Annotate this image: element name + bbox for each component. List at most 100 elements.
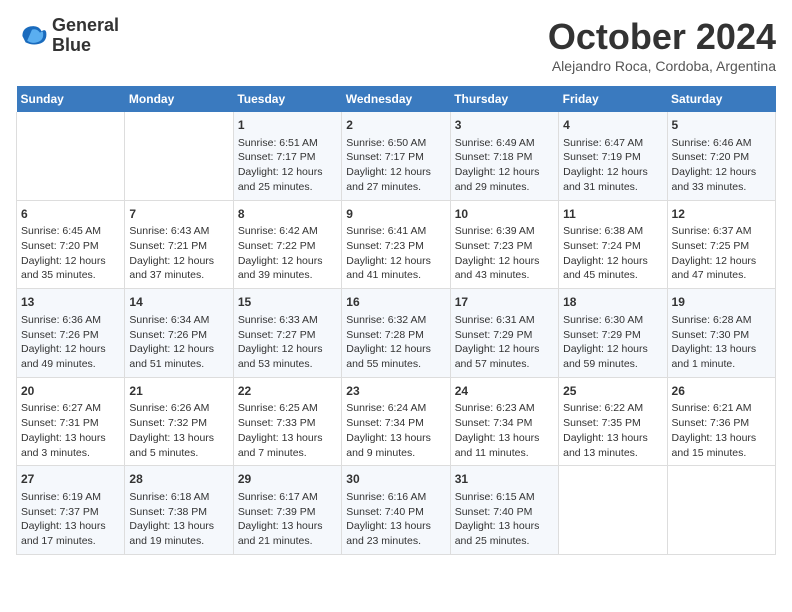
calendar-cell: 19 Sunrise: 6:28 AM Sunset: 7:30 PM Dayli…	[667, 289, 775, 378]
day-number: 7	[129, 206, 228, 223]
day-number: 3	[455, 117, 554, 134]
day-content: Sunrise: 6:38 AM Sunset: 7:24 PM Dayligh…	[563, 224, 662, 283]
title-block: October 2024 Alejandro Roca, Cordoba, Ar…	[548, 16, 776, 74]
day-content: Sunrise: 6:27 AM Sunset: 7:31 PM Dayligh…	[21, 401, 120, 460]
day-content: Sunrise: 6:32 AM Sunset: 7:28 PM Dayligh…	[346, 313, 445, 372]
day-number: 25	[563, 383, 662, 400]
day-content: Sunrise: 6:23 AM Sunset: 7:34 PM Dayligh…	[455, 401, 554, 460]
day-content: Sunrise: 6:46 AM Sunset: 7:20 PM Dayligh…	[672, 136, 771, 195]
week-row-1: 1Sunrise: 6:51 AM Sunset: 7:17 PM Daylig…	[17, 112, 776, 200]
day-content: Sunrise: 6:39 AM Sunset: 7:23 PM Dayligh…	[455, 224, 554, 283]
day-number: 28	[129, 471, 228, 488]
header-row: Sunday Monday Tuesday Wednesday Thursday…	[17, 86, 776, 112]
day-number: 19	[672, 294, 771, 311]
calendar-cell	[667, 466, 775, 555]
calendar-cell: 28 Sunrise: 6:18 AM Sunset: 7:38 PM Dayli…	[125, 466, 233, 555]
page-header: General Blue October 2024 Alejandro Roca…	[16, 16, 776, 74]
day-number: 13	[21, 294, 120, 311]
day-number: 16	[346, 294, 445, 311]
logo: General Blue	[16, 16, 119, 56]
calendar-table: Sunday Monday Tuesday Wednesday Thursday…	[16, 86, 776, 555]
calendar-cell: 31Sunrise: 6:15 AM Sunset: 7:40 PM Dayli…	[450, 466, 558, 555]
calendar-cell: 3 Sunrise: 6:49 AM Sunset: 7:18 PM Daylig…	[450, 112, 558, 200]
day-number: 30	[346, 471, 445, 488]
logo-icon	[16, 20, 48, 52]
day-content: Sunrise: 6:16 AM Sunset: 7:40 PM Dayligh…	[346, 490, 445, 549]
calendar-cell: 14Sunrise: 6:34 AM Sunset: 7:26 PM Dayli…	[125, 289, 233, 378]
calendar-cell: 23Sunrise: 6:24 AM Sunset: 7:34 PM Dayli…	[342, 377, 450, 466]
day-number: 22	[238, 383, 337, 400]
day-content: Sunrise: 6:30 AM Sunset: 7:29 PM Dayligh…	[563, 313, 662, 372]
day-content: Sunrise: 6:51 AM Sunset: 7:17 PM Dayligh…	[238, 136, 337, 195]
day-content: Sunrise: 6:47 AM Sunset: 7:19 PM Dayligh…	[563, 136, 662, 195]
day-number: 27	[21, 471, 120, 488]
day-content: Sunrise: 6:43 AM Sunset: 7:21 PM Dayligh…	[129, 224, 228, 283]
calendar-cell: 5Sunrise: 6:46 AM Sunset: 7:20 PM Daylig…	[667, 112, 775, 200]
calendar-cell: 8Sunrise: 6:42 AM Sunset: 7:22 PM Daylig…	[233, 200, 341, 289]
calendar-cell	[125, 112, 233, 200]
day-content: Sunrise: 6:24 AM Sunset: 7:34 PM Dayligh…	[346, 401, 445, 460]
calendar-cell: 1Sunrise: 6:51 AM Sunset: 7:17 PM Daylig…	[233, 112, 341, 200]
logo-text: General Blue	[52, 16, 119, 56]
day-content: Sunrise: 6:33 AM Sunset: 7:27 PM Dayligh…	[238, 313, 337, 372]
day-content: Sunrise: 6:45 AM Sunset: 7:20 PM Dayligh…	[21, 224, 120, 283]
day-content: Sunrise: 6:21 AM Sunset: 7:36 PM Dayligh…	[672, 401, 771, 460]
day-number: 23	[346, 383, 445, 400]
col-saturday: Saturday	[667, 86, 775, 112]
week-row-3: 13Sunrise: 6:36 AM Sunset: 7:26 PM Dayli…	[17, 289, 776, 378]
day-content: Sunrise: 6:15 AM Sunset: 7:40 PM Dayligh…	[455, 490, 554, 549]
day-number: 24	[455, 383, 554, 400]
calendar-cell: 30 Sunrise: 6:16 AM Sunset: 7:40 PM Dayli…	[342, 466, 450, 555]
calendar-cell	[559, 466, 667, 555]
day-number: 20	[21, 383, 120, 400]
day-content: Sunrise: 6:31 AM Sunset: 7:29 PM Dayligh…	[455, 313, 554, 372]
calendar-cell: 20Sunrise: 6:27 AM Sunset: 7:31 PM Dayli…	[17, 377, 125, 466]
day-number: 14	[129, 294, 228, 311]
day-number: 2	[346, 117, 445, 134]
calendar-cell: 15Sunrise: 6:33 AM Sunset: 7:27 PM Dayli…	[233, 289, 341, 378]
day-content: Sunrise: 6:18 AM Sunset: 7:38 PM Dayligh…	[129, 490, 228, 549]
day-number: 8	[238, 206, 337, 223]
day-number: 18	[563, 294, 662, 311]
day-number: 4	[563, 117, 662, 134]
day-content: Sunrise: 6:42 AM Sunset: 7:22 PM Dayligh…	[238, 224, 337, 283]
day-content: Sunrise: 6:17 AM Sunset: 7:39 PM Dayligh…	[238, 490, 337, 549]
col-wednesday: Wednesday	[342, 86, 450, 112]
day-content: Sunrise: 6:25 AM Sunset: 7:33 PM Dayligh…	[238, 401, 337, 460]
col-sunday: Sunday	[17, 86, 125, 112]
calendar-body: 1Sunrise: 6:51 AM Sunset: 7:17 PM Daylig…	[17, 112, 776, 554]
day-number: 21	[129, 383, 228, 400]
day-content: Sunrise: 6:50 AM Sunset: 7:17 PM Dayligh…	[346, 136, 445, 195]
day-content: Sunrise: 6:28 AM Sunset: 7:30 PM Dayligh…	[672, 313, 771, 372]
calendar-cell	[17, 112, 125, 200]
calendar-cell: 11Sunrise: 6:38 AM Sunset: 7:24 PM Dayli…	[559, 200, 667, 289]
calendar-cell: 13Sunrise: 6:36 AM Sunset: 7:26 PM Dayli…	[17, 289, 125, 378]
calendar-cell: 24Sunrise: 6:23 AM Sunset: 7:34 PM Dayli…	[450, 377, 558, 466]
calendar-cell: 29 Sunrise: 6:17 AM Sunset: 7:39 PM Dayli…	[233, 466, 341, 555]
day-number: 12	[672, 206, 771, 223]
month-title: October 2024	[548, 16, 776, 58]
col-tuesday: Tuesday	[233, 86, 341, 112]
week-row-4: 20Sunrise: 6:27 AM Sunset: 7:31 PM Dayli…	[17, 377, 776, 466]
calendar-cell: 18 Sunrise: 6:30 AM Sunset: 7:29 PM Dayli…	[559, 289, 667, 378]
calendar-cell: 6Sunrise: 6:45 AM Sunset: 7:20 PM Daylig…	[17, 200, 125, 289]
day-content: Sunrise: 6:37 AM Sunset: 7:25 PM Dayligh…	[672, 224, 771, 283]
day-number: 26	[672, 383, 771, 400]
day-content: Sunrise: 6:49 AM Sunset: 7:18 PM Dayligh…	[455, 136, 554, 195]
calendar-cell: 2 Sunrise: 6:50 AM Sunset: 7:17 PM Daylig…	[342, 112, 450, 200]
week-row-5: 27Sunrise: 6:19 AM Sunset: 7:37 PM Dayli…	[17, 466, 776, 555]
day-number: 17	[455, 294, 554, 311]
calendar-cell: 4 Sunrise: 6:47 AM Sunset: 7:19 PM Daylig…	[559, 112, 667, 200]
location: Alejandro Roca, Cordoba, Argentina	[548, 58, 776, 74]
calendar-cell: 9Sunrise: 6:41 AM Sunset: 7:23 PM Daylig…	[342, 200, 450, 289]
day-content: Sunrise: 6:22 AM Sunset: 7:35 PM Dayligh…	[563, 401, 662, 460]
day-number: 29	[238, 471, 337, 488]
day-content: Sunrise: 6:41 AM Sunset: 7:23 PM Dayligh…	[346, 224, 445, 283]
calendar-cell: 17 Sunrise: 6:31 AM Sunset: 7:29 PM Dayli…	[450, 289, 558, 378]
day-number: 11	[563, 206, 662, 223]
col-monday: Monday	[125, 86, 233, 112]
calendar-cell: 10Sunrise: 6:39 AM Sunset: 7:23 PM Dayli…	[450, 200, 558, 289]
calendar-header: Sunday Monday Tuesday Wednesday Thursday…	[17, 86, 776, 112]
calendar-cell: 16 Sunrise: 6:32 AM Sunset: 7:28 PM Dayli…	[342, 289, 450, 378]
col-thursday: Thursday	[450, 86, 558, 112]
